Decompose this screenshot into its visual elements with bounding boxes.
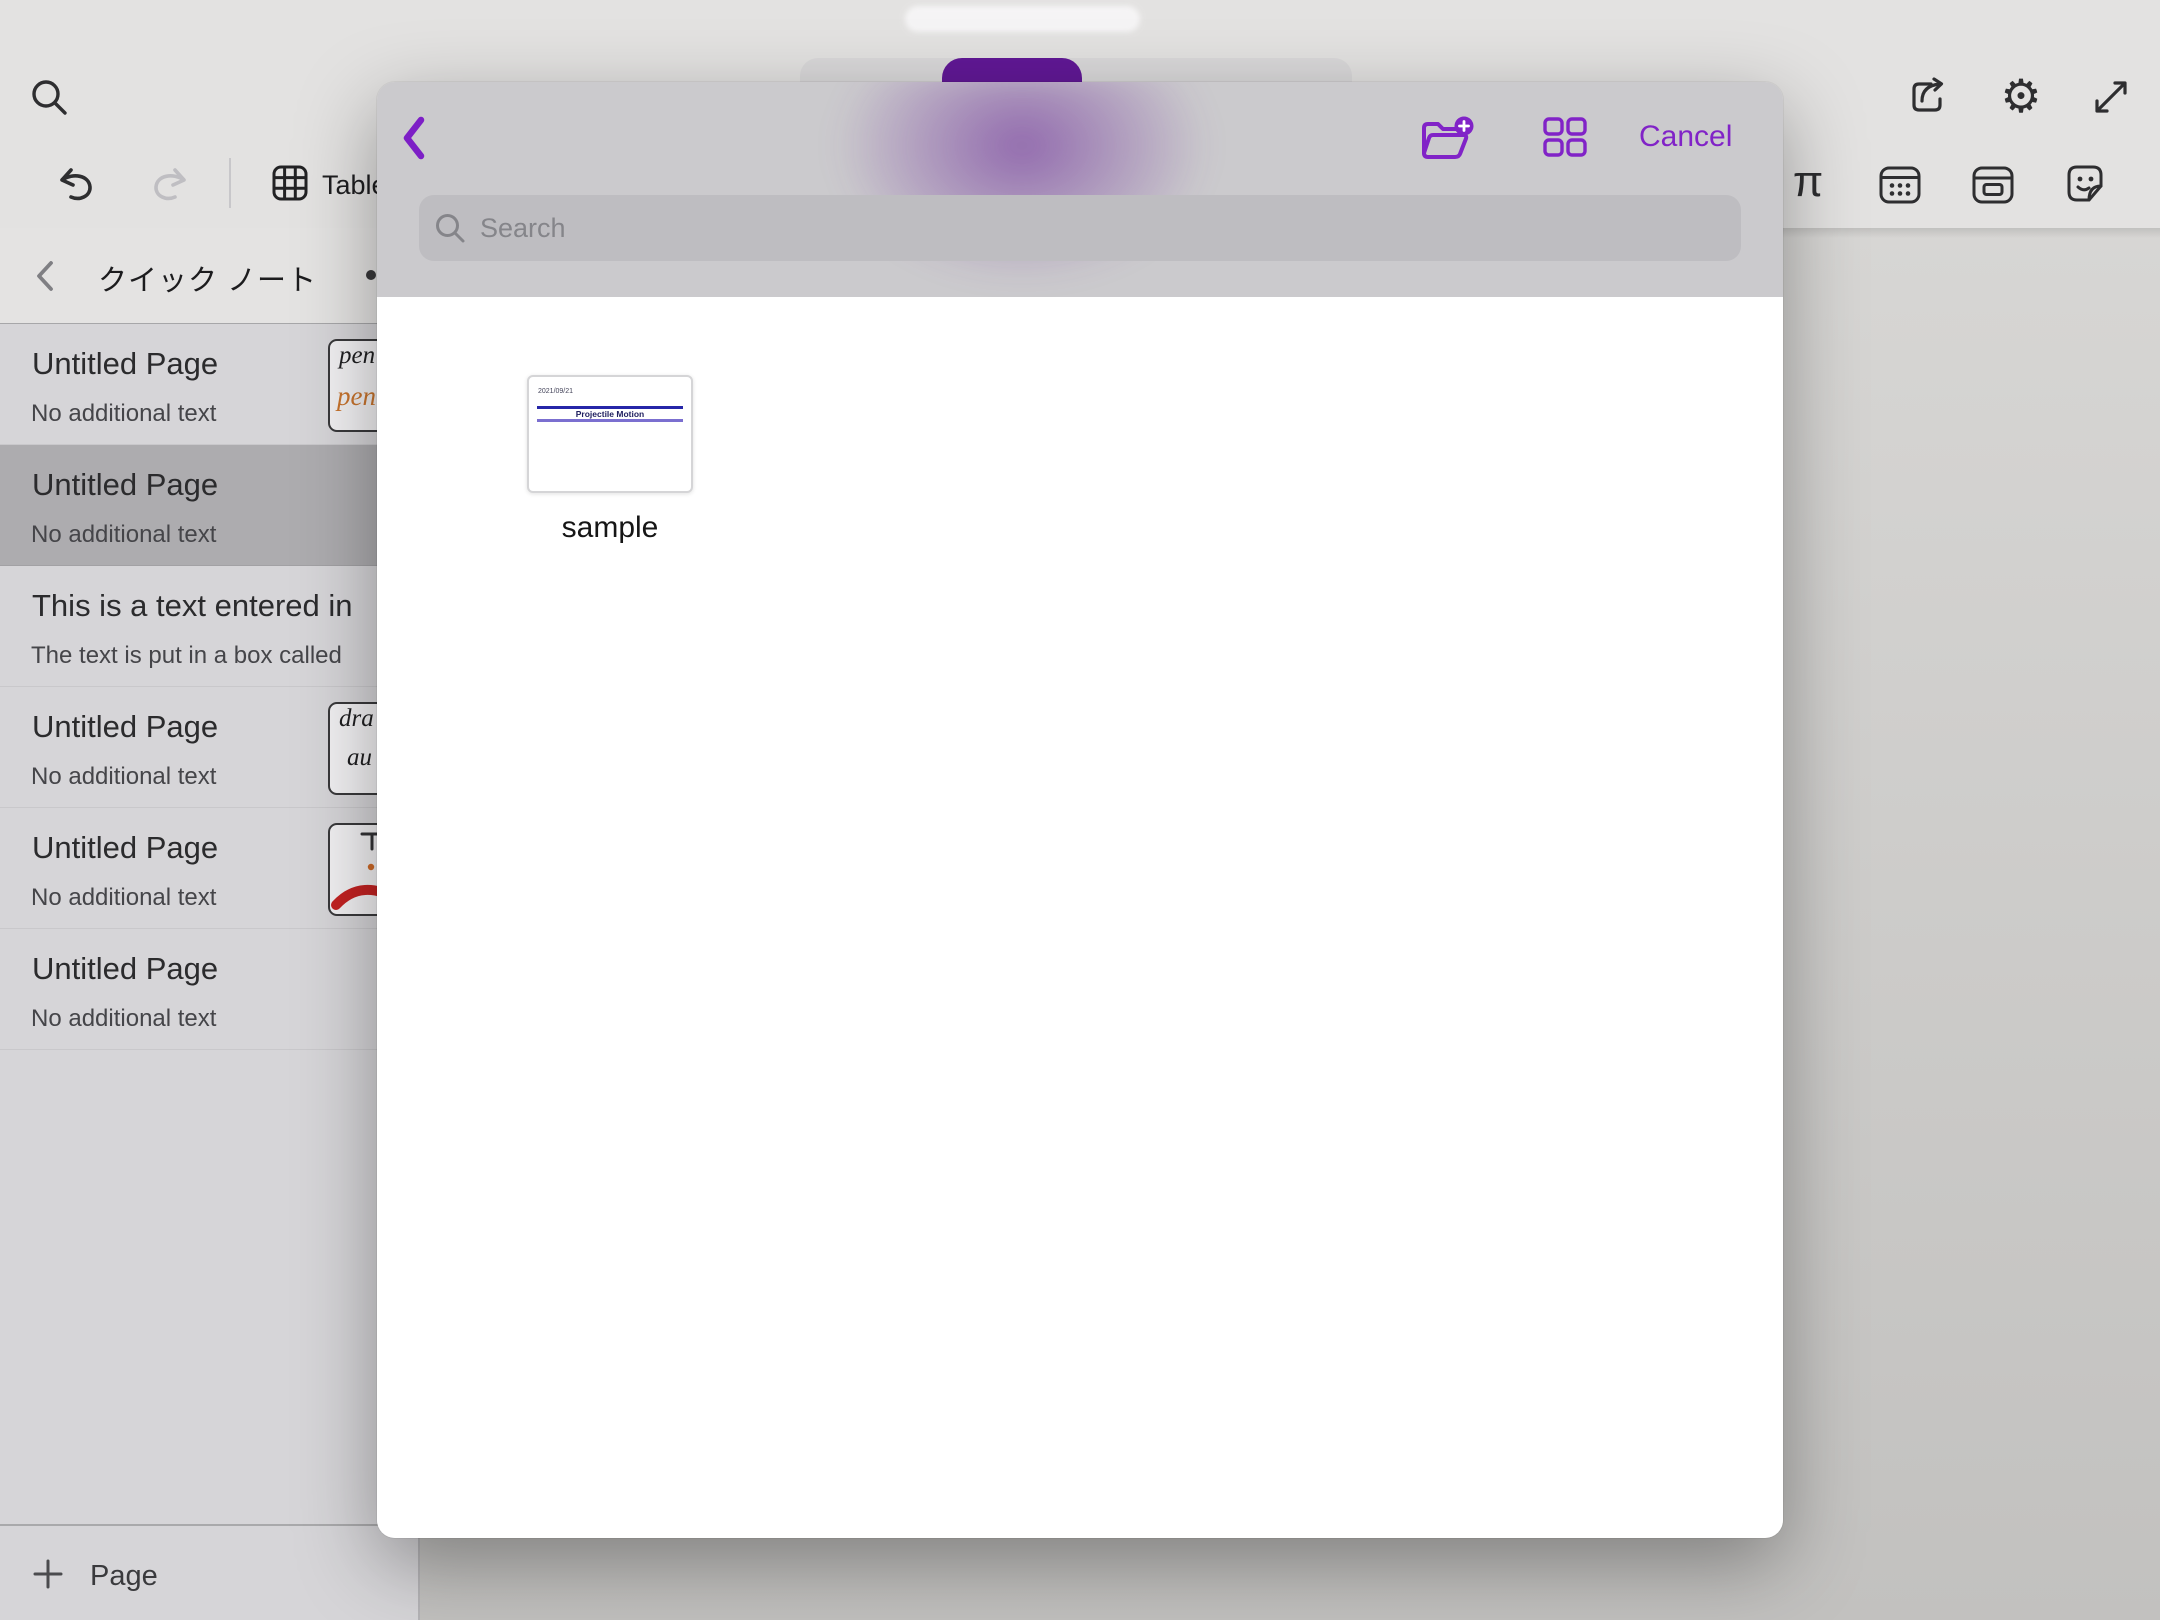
page-row-subtitle: No additional text [31,400,216,428]
search-field[interactable] [419,195,1741,261]
page-row[interactable]: Untitled Page No additional text pen pen [0,324,418,445]
more-options-icon[interactable] [366,270,376,280]
undo-icon[interactable] [56,163,98,205]
page-row-title: Untitled Page [32,709,218,745]
handwriting-text: dra [339,705,374,733]
page-row[interactable]: This is a text entered in The text is pu… [0,566,418,687]
page-row-subtitle: No additional text [31,521,216,549]
page-row-subtitle: No additional text [31,1005,216,1033]
keyboard-icon[interactable] [1879,165,1921,205]
page-row-selected[interactable]: Untitled Page No additional text [0,445,418,566]
document-rule-line [537,419,683,422]
cards-panel-icon[interactable] [1972,165,2014,205]
handwriting-text: pen [337,381,376,412]
search-icon[interactable] [30,78,68,116]
expand-icon[interactable] [2090,76,2132,118]
page-row-title: This is a text entered in [32,588,353,624]
add-page-label: Page [90,1560,158,1593]
document-heading: Projectile Motion [529,409,691,419]
page-row-subtitle: The text is put in a box called [31,642,342,670]
settings-gear-icon[interactable]: ⚙ [1997,72,2045,120]
share-icon[interactable] [1906,74,1950,118]
file-item-sample[interactable]: 2021/09/21 Projectile Motion sample [527,375,693,545]
file-name-label: sample [527,511,693,545]
math-pi-icon[interactable]: π [1786,158,1830,206]
handwriting-text: pen [339,342,375,370]
table-icon [271,164,309,207]
file-picker-body: 2021/09/21 Projectile Motion sample [377,297,1783,1538]
redo-icon[interactable] [148,163,190,205]
grid-view-icon[interactable] [1543,117,1587,162]
new-folder-icon[interactable] [1419,115,1475,168]
page-list: Untitled Page No additional text pen pen… [0,324,418,1050]
search-input[interactable] [478,212,1741,245]
page-row-subtitle: No additional text [31,884,216,912]
back-chevron-icon[interactable] [34,259,56,298]
notebook-title: クイック ノート [98,257,317,299]
page-row-title: Untitled Page [32,346,218,382]
dialog-back-chevron-icon[interactable] [401,115,427,166]
file-picker-header: Cancel [377,82,1783,297]
table-button[interactable]: Table [271,163,387,207]
page-row-subtitle: No additional text [31,763,216,791]
background-page-top [905,6,1140,32]
notebook-header: クイック ノート [0,250,418,306]
sticker-icon[interactable] [2064,164,2106,204]
page-row[interactable]: Untitled Page No additional text [0,929,418,1050]
handwriting-text: au [347,744,372,772]
document-thumbnail: 2021/09/21 Projectile Motion [527,375,693,493]
page-row-title: Untitled Page [32,830,218,866]
page-row[interactable]: Untitled Page No additional text dra au [0,687,418,808]
add-page-button[interactable]: Page [0,1552,418,1600]
sidebar-separator-bottom [0,1524,418,1526]
file-picker-dialog: Cancel 2021/09/21 Projectile Motion samp… [377,82,1783,1538]
page-row[interactable]: Untitled Page No additional text [0,808,418,929]
page-row-title: Untitled Page [32,951,218,987]
plus-icon [32,1558,64,1595]
search-icon [434,212,466,244]
cancel-button[interactable]: Cancel [1639,120,1732,154]
page-row-title: Untitled Page [32,467,218,503]
document-date: 2021/09/21 [538,388,573,395]
toolbar-divider [229,158,231,208]
